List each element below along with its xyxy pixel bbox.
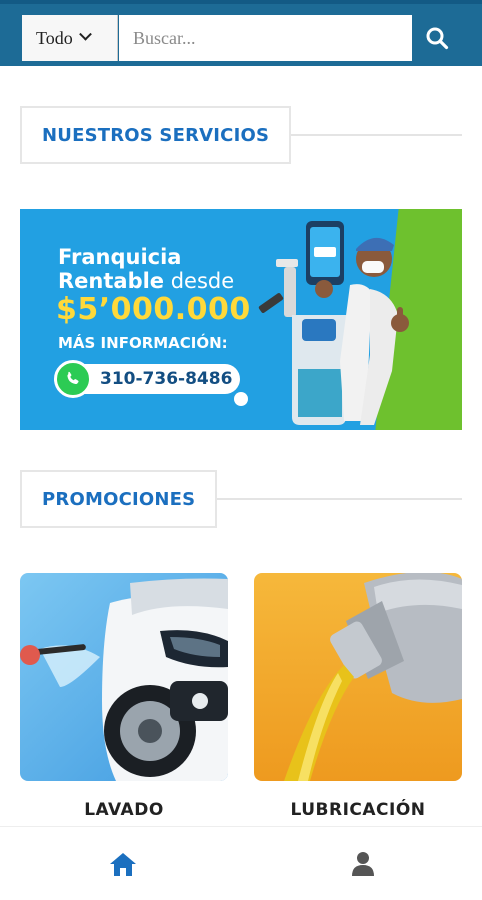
oil-pour-image (284, 573, 462, 781)
nav-account-button[interactable] (348, 849, 378, 879)
whatsapp-icon[interactable] (54, 360, 92, 398)
banner-price: $5’000.000 (56, 292, 251, 327)
services-section-title: NUESTROS SERVICIOS (20, 106, 292, 164)
promo-label-lavado: LAVADO (84, 800, 164, 820)
banner-subheadline-bold: Rentable (58, 269, 165, 293)
chevron-down-icon (78, 27, 92, 41)
banner-subheadline: Rentable desde (58, 269, 234, 293)
search-scope-label: Todo (36, 27, 73, 48)
promo-card-lavado[interactable] (20, 573, 228, 781)
car-wash-image (20, 578, 228, 781)
top-search-bar: Todo (0, 0, 482, 66)
banner-phone-number: 310-736-8486 (100, 369, 233, 389)
promo-card-lubricacion[interactable] (254, 573, 462, 781)
search-scope-select[interactable]: Todo (22, 15, 118, 61)
home-icon (110, 853, 136, 876)
bottom-navigation (0, 826, 482, 900)
phone-icon (67, 371, 79, 385)
banner-info-label: MÁS INFORMACIÓN: (58, 334, 228, 352)
banner-headline: Franquicia (58, 245, 182, 269)
search-input[interactable] (119, 15, 412, 61)
search-button[interactable] (414, 15, 460, 61)
carousel-indicator[interactable] (234, 392, 248, 406)
user-icon (352, 852, 374, 876)
franchise-worker-illustration (258, 221, 409, 425)
search-icon (426, 27, 449, 50)
promo-label-lubricacion: LUBRICACIÓN (290, 800, 426, 820)
promotions-section-title: PROMOCIONES (20, 470, 218, 528)
promotions-section-header: PROMOCIONES (20, 470, 462, 528)
nav-home-button[interactable] (108, 849, 138, 879)
banner-subheadline-rest: desde (164, 269, 235, 293)
services-section-header: NUESTROS SERVICIOS (20, 106, 462, 164)
franchise-banner[interactable]: Franquicia Rentable desde $5’000.000 MÁS… (20, 209, 462, 430)
